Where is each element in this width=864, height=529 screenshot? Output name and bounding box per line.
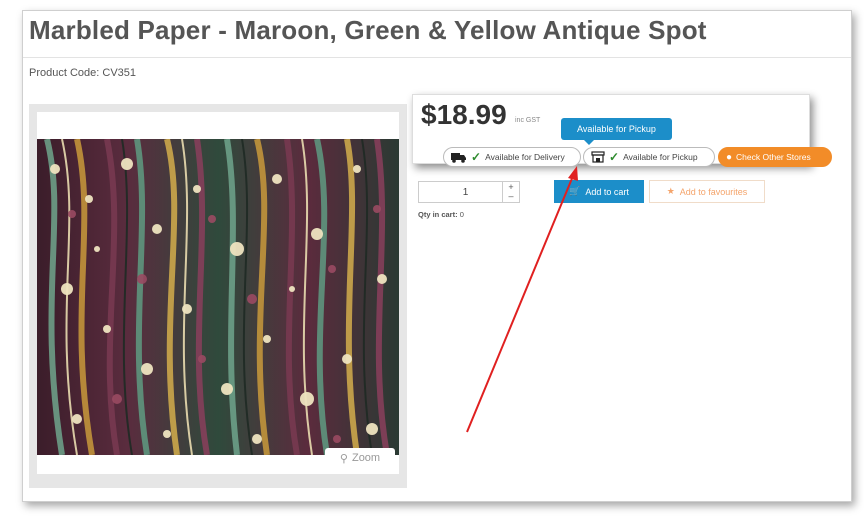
- product-image-container[interactable]: ⚲ Zoom: [37, 112, 399, 474]
- cart-icon: 🛒: [569, 186, 581, 196]
- zoom-label: Zoom: [351, 452, 381, 464]
- product-image-box: ⚲ Zoom: [29, 104, 407, 488]
- pickup-label: Available for Pickup: [623, 152, 698, 162]
- product-code: Product Code: CV351: [29, 67, 137, 79]
- add-to-cart-button[interactable]: 🛒 Add to cart: [554, 180, 644, 203]
- check-other-stores-button[interactable]: ● Check Other Stores: [718, 147, 832, 167]
- product-page-frame: Marbled Paper - Maroon, Green & Yellow A…: [22, 10, 852, 502]
- qty-in-cart-value: 0: [459, 210, 464, 219]
- product-image[interactable]: [37, 139, 399, 455]
- title-divider: [23, 57, 851, 58]
- quantity-stepper[interactable]: 1 + –: [418, 181, 520, 203]
- zoom-icon: ⚲: [339, 452, 348, 465]
- page-title: Marbled Paper - Maroon, Green & Yellow A…: [29, 15, 707, 45]
- truck-icon: [451, 152, 466, 163]
- qty-in-cart-label: Qty in cart:: [418, 210, 458, 219]
- check-other-stores-label: Check Other Stores: [736, 152, 811, 162]
- star-icon: ★: [666, 186, 675, 196]
- decrement-icon[interactable]: –: [508, 192, 513, 201]
- delivery-label: Available for Delivery: [485, 152, 565, 162]
- store-icon: [591, 151, 605, 163]
- check-icon: ✓: [471, 150, 482, 164]
- zoom-button[interactable]: ⚲ Zoom: [325, 448, 395, 468]
- pickup-availability-badge[interactable]: ✓ Available for Pickup: [583, 147, 715, 167]
- add-to-favourites-label: Add to favourites: [679, 186, 748, 197]
- qty-in-cart: Qty in cart: 0: [418, 210, 464, 219]
- product-price: $18.99: [421, 99, 507, 130]
- add-to-cart-label: Add to cart: [585, 186, 629, 197]
- delivery-availability-badge[interactable]: ✓ Available for Delivery: [443, 147, 581, 167]
- add-to-favourites-button[interactable]: ★ Add to favourites: [649, 180, 765, 203]
- quantity-step-controls[interactable]: + –: [502, 182, 519, 202]
- check-icon: ✓: [609, 150, 620, 164]
- quantity-input[interactable]: 1: [419, 187, 502, 198]
- map-pin-icon: ●: [726, 151, 733, 163]
- pickup-tooltip: Available for Pickup: [561, 118, 672, 145]
- gst-note: inc GST: [515, 117, 541, 124]
